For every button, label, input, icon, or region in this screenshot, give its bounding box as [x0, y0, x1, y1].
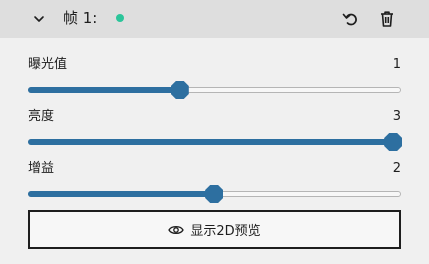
exposure-value: 1 — [392, 57, 401, 72]
delete-button[interactable] — [377, 9, 397, 29]
brightness-slider[interactable] — [28, 132, 403, 152]
exposure-slider[interactable] — [28, 80, 401, 100]
gain-label: 增益 — [28, 161, 55, 176]
status-dot — [116, 14, 124, 22]
slider-thumb[interactable] — [384, 133, 403, 151]
frame-header[interactable]: 帧 1: — [0, 0, 429, 38]
show-2d-preview-button[interactable]: 显示2D预览 — [28, 210, 401, 249]
slider-fill — [28, 191, 215, 197]
gain-slider[interactable] — [28, 184, 401, 204]
chevron-down-icon[interactable] — [31, 11, 47, 27]
reset-button[interactable] — [341, 9, 361, 29]
slider-thumb[interactable] — [170, 81, 189, 99]
undo-icon — [342, 13, 357, 26]
trash-icon — [381, 11, 393, 27]
exposure-label: 曝光值 — [28, 57, 68, 72]
frame-title: 帧 1: — [63, 9, 98, 27]
slider-fill — [28, 139, 394, 145]
preview-button-label: 显示2D预览 — [190, 224, 261, 239]
slider-thumb[interactable] — [205, 185, 224, 203]
eye-icon — [168, 225, 185, 234]
brightness-label: 亮度 — [28, 109, 55, 124]
brightness-value: 3 — [392, 109, 401, 124]
slider-fill — [28, 87, 180, 93]
gain-value: 2 — [392, 161, 401, 176]
